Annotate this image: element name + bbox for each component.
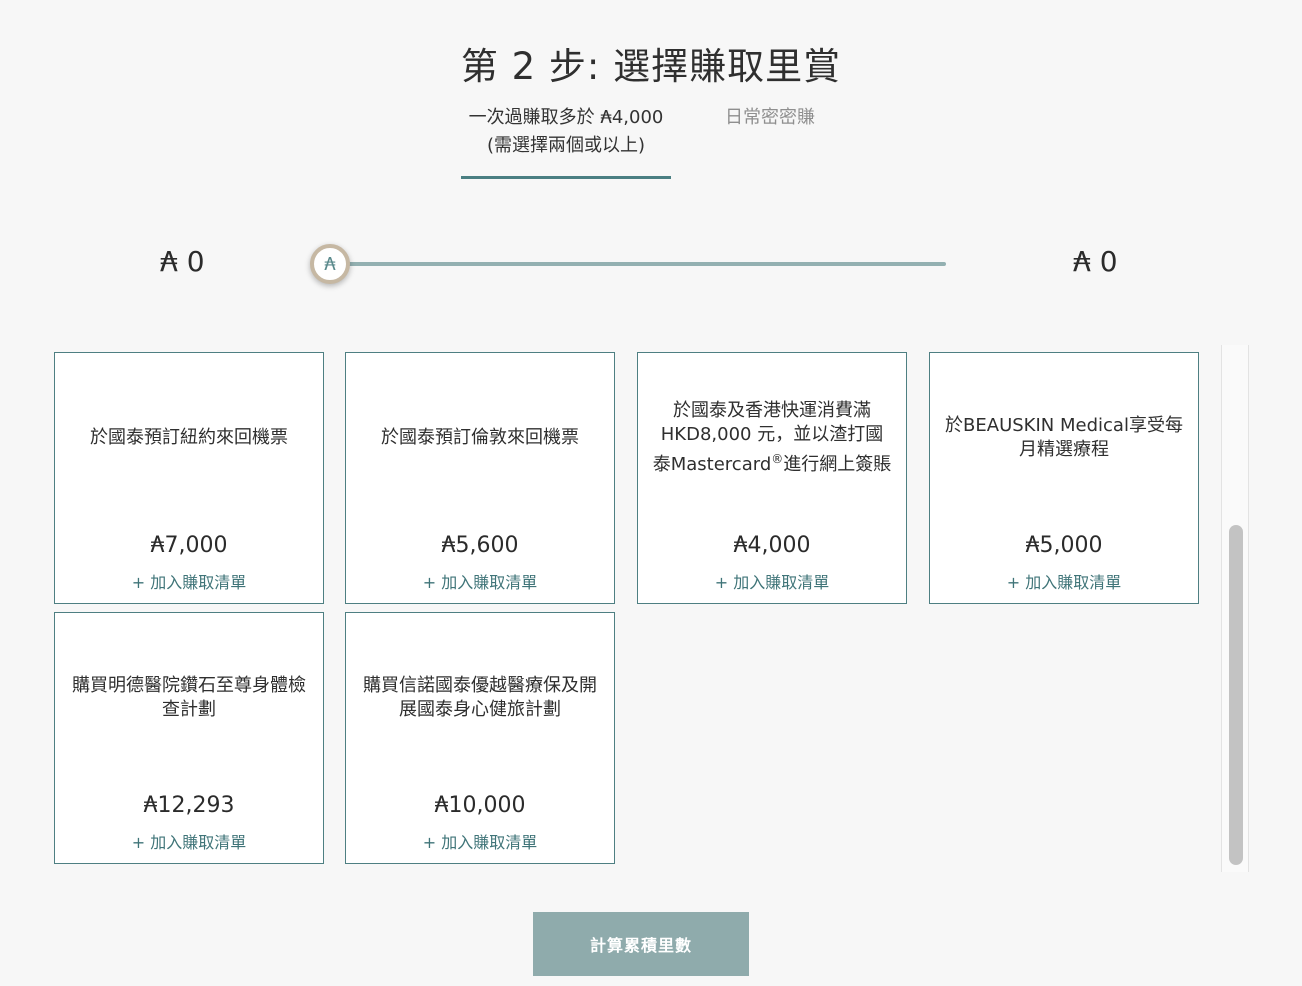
tab-one-time-earn-label: 一次過賺取多於 ₳4,000 — [468, 107, 664, 128]
slider-min-amount: ₳ 0 — [160, 245, 205, 278]
reward-card-miles: ₳10,000 — [434, 793, 526, 818]
scrollbar-thumb[interactable] — [1229, 525, 1243, 865]
slider-track[interactable] — [330, 262, 946, 266]
slider-handle[interactable]: ₳ — [310, 244, 350, 284]
add-to-list-button[interactable]: + 加入賺取清單 — [638, 569, 906, 593]
reward-card-title: 於國泰預訂紐約來回機票 — [90, 427, 288, 448]
scrollbar[interactable] — [1221, 345, 1249, 872]
reward-card-miles: ₳4,000 — [733, 533, 811, 558]
tab-one-time-earn[interactable]: 一次過賺取多於 ₳4,000 (需選擇兩個或以上) — [461, 104, 671, 179]
reward-card-title: 於BEAUSKIN Medical享受每月精選療程 — [945, 415, 1183, 460]
reward-card[interactable]: 購買信諾國泰優越醫療保及開展國泰身心健旅計劃 ₳10,000 + 加入賺取清單 — [345, 612, 615, 864]
reward-card-title-text-end: 進行網上簽賬 — [783, 454, 892, 475]
calculate-miles-button[interactable]: 計算累積里數 — [533, 912, 749, 976]
tab-daily-earn-label: 日常密密賺 — [725, 107, 815, 128]
add-to-list-button[interactable]: + 加入賺取清單 — [55, 829, 323, 853]
tab-daily-earn[interactable]: 日常密密賺 — [700, 104, 840, 132]
reward-card-miles: ₳5,000 — [1025, 533, 1103, 558]
reward-card[interactable]: 於國泰預訂倫敦來回機票 ₳5,600 + 加入賺取清單 — [345, 352, 615, 604]
reward-card-miles: ₳12,293 — [143, 793, 235, 818]
slider-max-amount: ₳ 0 — [1073, 245, 1118, 278]
tab-one-time-earn-note: (需選擇兩個或以上) — [486, 135, 646, 156]
reward-card-title: 購買明德醫院鑽石至尊身體檢查計劃 — [72, 675, 306, 720]
reward-card[interactable]: 於國泰預訂紐約來回機票 ₳7,000 + 加入賺取清單 — [54, 352, 324, 604]
reward-card-title: 購買信諾國泰優越醫療保及開展國泰身心健旅計劃 — [363, 675, 597, 720]
reward-card[interactable]: 於國泰及香港快運消費滿 HKD8,000 元，並以渣打國泰Mastercard®… — [637, 352, 907, 604]
reward-card-title: 於國泰及香港快運消費滿 HKD8,000 元，並以渣打國泰Mastercard®… — [652, 353, 892, 523]
add-to-list-button[interactable]: + 加入賺取清單 — [346, 569, 614, 593]
asia-miles-icon: ₳ — [324, 253, 336, 275]
reward-card[interactable]: 購買明德醫院鑽石至尊身體檢查計劃 ₳12,293 + 加入賺取清單 — [54, 612, 324, 864]
reward-card-miles: ₳5,600 — [441, 533, 519, 558]
reward-card-miles: ₳7,000 — [150, 533, 228, 558]
add-to-list-button[interactable]: + 加入賺取清單 — [346, 829, 614, 853]
add-to-list-button[interactable]: + 加入賺取清單 — [55, 569, 323, 593]
step-title: 第 2 步: 選擇賺取里賞 — [460, 45, 842, 88]
registered-mark: ® — [771, 452, 784, 466]
add-to-list-button[interactable]: + 加入賺取清單 — [930, 569, 1198, 593]
reward-card[interactable]: 於BEAUSKIN Medical享受每月精選療程 ₳5,000 + 加入賺取清… — [929, 352, 1199, 604]
reward-card-title: 於國泰預訂倫敦來回機票 — [381, 427, 579, 448]
